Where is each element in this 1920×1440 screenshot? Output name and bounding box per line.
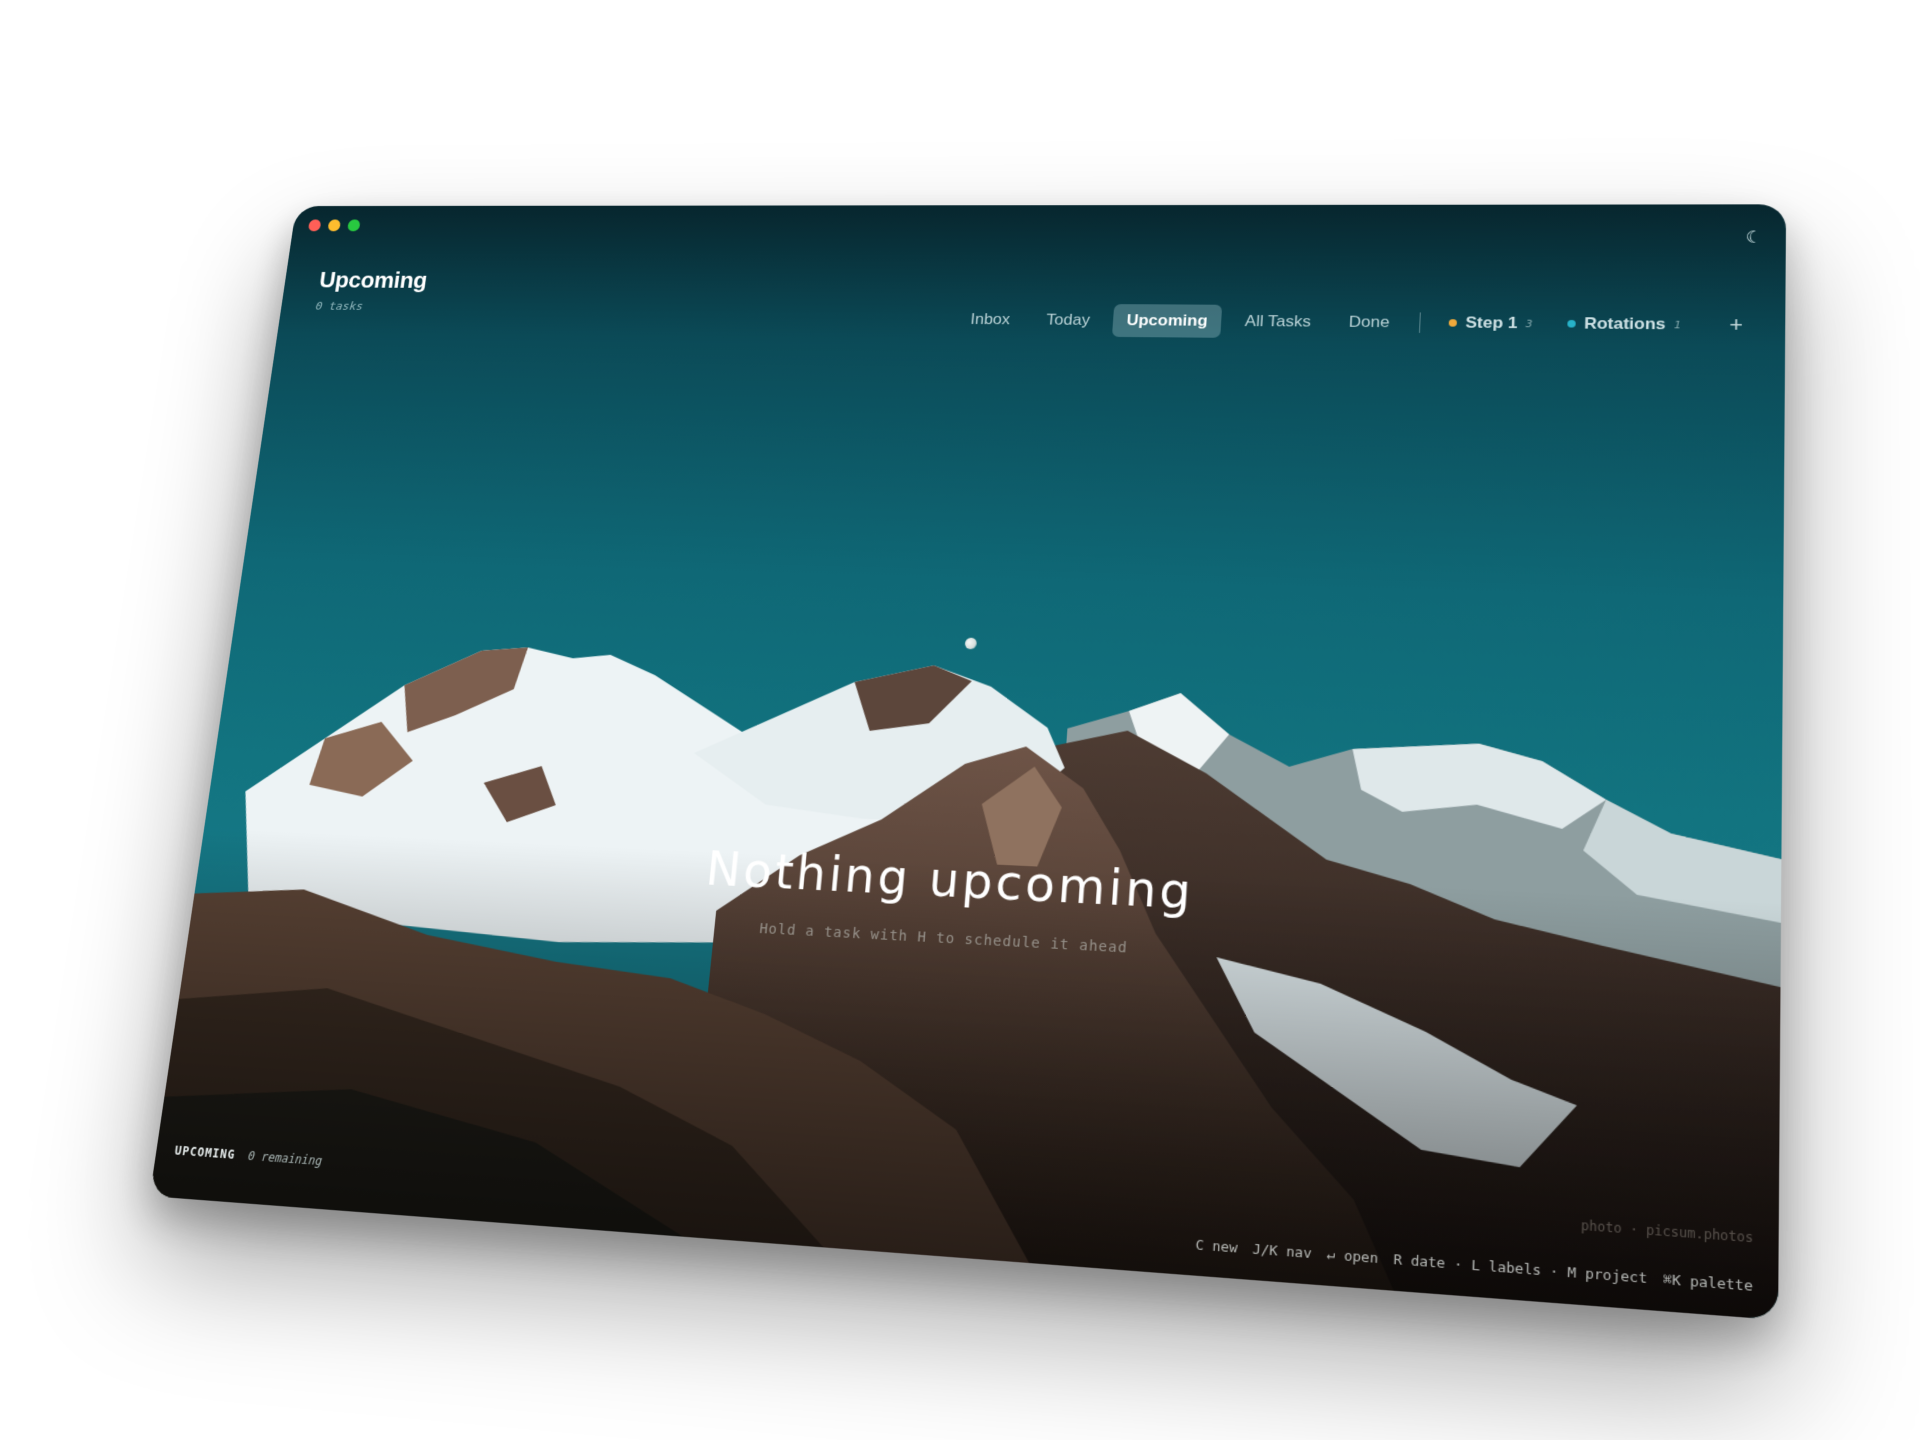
nav-divider [1419, 312, 1422, 333]
window-controls [307, 219, 361, 232]
nav-all-tasks[interactable]: All Tasks [1230, 305, 1326, 339]
page-title: Upcoming [317, 266, 429, 294]
app-window: ☾ Upcoming 0 tasks Inbox Today Upcoming … [149, 204, 1787, 1321]
project-count: 3 [1525, 317, 1533, 330]
project-count: 1 [1673, 318, 1681, 331]
nav-upcoming[interactable]: Upcoming [1111, 304, 1223, 338]
minimize-window-button[interactable] [327, 219, 342, 232]
header: Upcoming 0 tasks [315, 267, 429, 314]
shortcut-hint: C new [1195, 1237, 1238, 1257]
stage: ☾ Upcoming 0 tasks Inbox Today Upcoming … [0, 0, 1920, 1440]
project-color-dot [1449, 319, 1458, 327]
theme-toggle-button[interactable]: ☾ [1745, 227, 1763, 247]
project-color-dot [1567, 319, 1576, 328]
project-rotations[interactable]: Rotations 1 [1555, 307, 1694, 342]
add-project-button[interactable]: + [1718, 309, 1753, 342]
nav-done[interactable]: Done [1334, 305, 1404, 339]
view-nav: Inbox Today Upcoming All Tasks Done Step… [956, 303, 1754, 342]
project-step-1[interactable]: Step 1 3 [1436, 306, 1545, 340]
close-window-button[interactable] [307, 219, 322, 232]
mountain-background [149, 639, 1783, 1321]
nav-inbox[interactable]: Inbox [956, 303, 1025, 336]
project-label: Step 1 [1465, 313, 1518, 332]
moon-icon: ☾ [1745, 227, 1763, 247]
task-count: 0 tasks [314, 300, 364, 314]
nav-today[interactable]: Today [1032, 304, 1105, 337]
project-label: Rotations [1583, 314, 1666, 333]
maximize-window-button[interactable] [347, 219, 361, 232]
